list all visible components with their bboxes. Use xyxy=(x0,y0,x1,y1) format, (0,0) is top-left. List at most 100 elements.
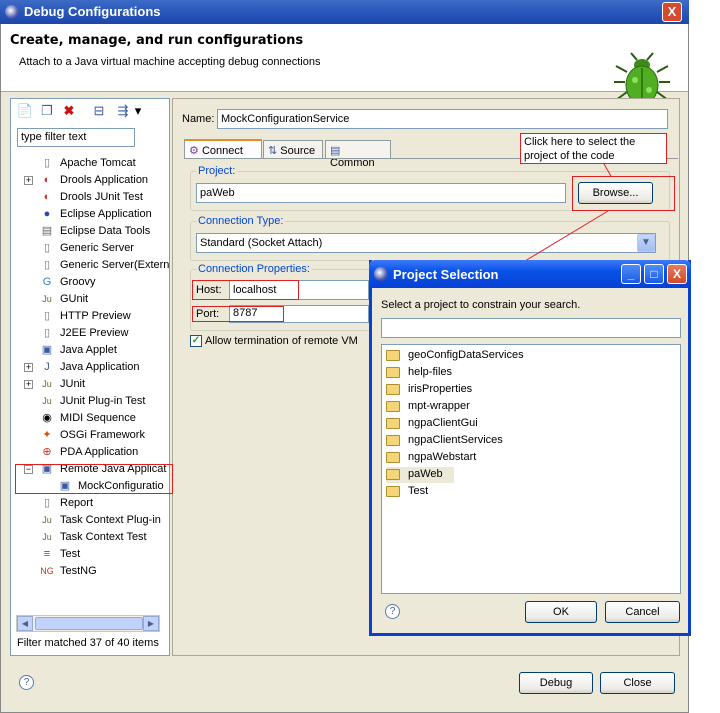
scroll-thumb[interactable] xyxy=(35,617,143,630)
config-type-icon: Ju xyxy=(42,515,52,525)
window-title: Debug Configurations xyxy=(24,4,161,19)
tree-item[interactable]: ▯ Generic Server(Extern xyxy=(40,258,170,274)
tree-item[interactable]: Ju Task Context Plug-in xyxy=(40,513,170,529)
expand-icon[interactable]: + xyxy=(24,176,33,185)
config-type-icon: ✦ xyxy=(42,429,52,441)
project-list-item[interactable]: geoConfigDataServices xyxy=(386,348,586,364)
project-selection-instruction: Select a project to constrain your searc… xyxy=(381,299,581,311)
project-list-item[interactable]: ngpaWebstart xyxy=(386,450,586,466)
help-icon[interactable]: ? xyxy=(19,675,34,690)
project-list-item[interactable]: irisProperties xyxy=(386,382,586,398)
connection-type-select[interactable]: Standard (Socket Attach) xyxy=(196,233,656,253)
tab-source[interactable]: ⇅ Source xyxy=(263,140,323,159)
tree-item[interactable]: ◐ Drools Application xyxy=(40,173,170,189)
expand-icon[interactable]: + xyxy=(24,380,33,389)
tree-item[interactable]: ◉ MIDI Sequence xyxy=(40,411,170,427)
project-list-item[interactable]: mpt-wrapper xyxy=(386,399,586,415)
project-name: geoConfigDataServices xyxy=(408,349,524,361)
config-type-icon: G xyxy=(42,276,52,288)
tree-item-label: Eclipse Application xyxy=(60,208,152,220)
tree-item-label: Task Context Plug-in xyxy=(60,514,161,526)
source-icon: ⇅ xyxy=(268,145,278,157)
tree-item[interactable]: ≡ Test xyxy=(40,547,170,563)
tree-item-label: JUnit Plug-in Test xyxy=(60,395,146,407)
filter-button[interactable]: ⇶ xyxy=(114,102,132,120)
maximize-button[interactable]: □ xyxy=(644,264,664,284)
tab-connect[interactable]: ⚙ Connect xyxy=(184,139,262,159)
debug-button[interactable]: Debug xyxy=(519,672,593,694)
dialog-close-button[interactable]: X xyxy=(667,264,687,284)
minimize-button[interactable]: _ xyxy=(621,264,641,284)
tree-item[interactable]: ▯ Apache Tomcat xyxy=(40,156,170,172)
project-list-item[interactable]: ngpaClientGui xyxy=(386,416,586,432)
filter-input[interactable]: type filter text xyxy=(17,128,135,147)
connection-type-group-label: Connection Type: xyxy=(196,215,286,227)
delete-configuration-button[interactable]: ✖ xyxy=(60,102,78,120)
tab-common[interactable]: ▤ Common xyxy=(325,140,391,169)
project-list-item[interactable]: paWeb xyxy=(386,467,454,483)
tree-item[interactable]: ⊕ PDA Application xyxy=(40,445,170,461)
tree-item[interactable]: ▯ Report xyxy=(40,496,170,512)
project-list-item[interactable]: help-files xyxy=(386,365,586,381)
config-type-icon: ≡ xyxy=(43,548,51,560)
tree-horizontal-scrollbar[interactable]: ◀ ▶ xyxy=(16,615,160,632)
view-menu-button[interactable]: ▾ xyxy=(132,102,144,120)
close-button[interactable]: Close xyxy=(600,672,675,694)
config-type-icon: ◐ xyxy=(43,191,51,203)
tree-item[interactable]: J Java Application xyxy=(40,360,170,376)
project-search-input[interactable] xyxy=(381,318,681,338)
tree-item[interactable]: Ju GUnit xyxy=(40,292,170,308)
cancel-button[interactable]: Cancel xyxy=(605,601,680,623)
scroll-right-button[interactable]: ▶ xyxy=(143,616,159,631)
tree-item-label: Groovy xyxy=(60,276,96,288)
config-type-icon: Ju xyxy=(42,294,52,304)
tree-item[interactable]: ▯ Generic Server xyxy=(40,241,170,257)
tree-item[interactable]: ▤ Eclipse Data Tools xyxy=(40,224,170,240)
dialog-help-icon[interactable]: ? xyxy=(385,604,400,619)
project-name: ngpaClientGui xyxy=(408,417,478,429)
tree-item[interactable]: G Groovy xyxy=(40,275,170,291)
allow-termination-checkbox[interactable]: ✓ xyxy=(190,335,202,347)
folder-icon xyxy=(386,435,400,446)
duplicate-configuration-button[interactable]: ❐ xyxy=(38,102,56,120)
folder-icon xyxy=(386,367,400,378)
chevron-down-icon[interactable]: ▼ xyxy=(637,234,655,252)
project-list-item[interactable]: ngpaClientServices xyxy=(386,433,586,449)
config-type-icon: ◉ xyxy=(42,412,52,424)
tree-item[interactable]: ● Eclipse Application xyxy=(40,207,170,223)
ok-button[interactable]: OK xyxy=(525,601,597,623)
project-field[interactable]: paWeb xyxy=(196,183,566,203)
project-list: geoConfigDataServices help-files irisPrope… xyxy=(381,344,681,594)
project-list-item[interactable]: Test xyxy=(386,484,586,500)
tree-item[interactable]: Ju JUnit xyxy=(40,377,170,393)
tree-item-label: JUnit xyxy=(60,378,86,390)
tree-item[interactable]: Ju JUnit Plug-in Test xyxy=(40,394,170,410)
collapse-all-button[interactable]: ⊟ xyxy=(90,102,108,120)
tree-item[interactable]: NG TestNG xyxy=(40,564,170,580)
new-configuration-button[interactable]: 📄 xyxy=(16,102,34,120)
tree-item[interactable]: Ju Task Context Test xyxy=(40,530,170,546)
annotation-callout: Click here to select the project of the … xyxy=(520,133,667,164)
connection-type-value: Standard (Socket Attach) xyxy=(200,237,323,249)
tree-item[interactable]: ◐ Drools JUnit Test xyxy=(40,190,170,206)
tree-item[interactable]: ▯ HTTP Preview xyxy=(40,309,170,325)
window-close-button[interactable]: X xyxy=(662,2,682,22)
tree-item-label: Drools JUnit Test xyxy=(60,191,143,203)
name-field[interactable]: MockConfigurationService xyxy=(217,109,668,129)
config-type-icon: ⊕ xyxy=(42,446,52,458)
expand-icon[interactable]: + xyxy=(24,363,33,372)
tree-item[interactable]: ▣ Java Applet xyxy=(40,343,170,359)
config-type-icon: ▯ xyxy=(43,497,51,509)
scroll-left-button[interactable]: ◀ xyxy=(17,616,33,631)
tree-item[interactable]: ▯ J2EE Preview xyxy=(40,326,170,342)
allow-termination-label: Allow termination of remote VM xyxy=(205,335,358,347)
project-name: irisProperties xyxy=(408,383,473,395)
tree-item-label: Drools Application xyxy=(60,174,149,186)
tree-item-label: Java Application xyxy=(60,361,140,373)
eclipse-dialog-icon xyxy=(374,267,388,281)
remote-java-highlight xyxy=(15,464,173,494)
config-type-icon: ◐ xyxy=(43,174,51,186)
config-type-icon: ● xyxy=(43,208,51,220)
tree-item[interactable]: ✦ OSGi Framework xyxy=(40,428,170,444)
tree-item-label: Task Context Test xyxy=(60,531,147,543)
